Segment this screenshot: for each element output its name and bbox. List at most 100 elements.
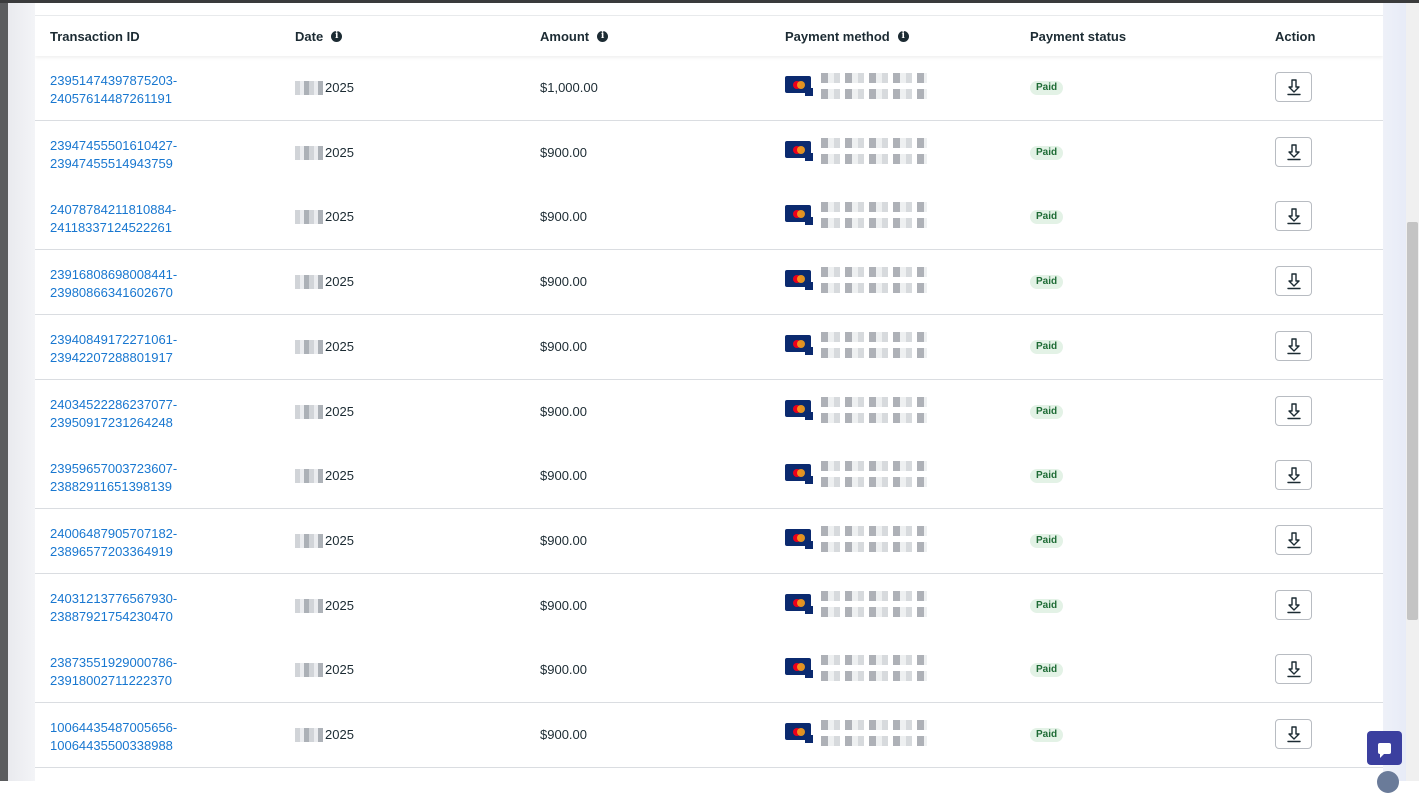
download-button[interactable] <box>1275 331 1312 361</box>
date-cell: 2025 <box>295 209 354 224</box>
amount-cell: $900.00 <box>540 598 587 613</box>
download-button[interactable] <box>1275 460 1312 490</box>
download-button[interactable] <box>1275 396 1312 426</box>
redacted-payment-method <box>821 720 927 750</box>
amount-cell: $900.00 <box>540 662 587 677</box>
download-button[interactable] <box>1275 72 1312 102</box>
date-cell: 2025 <box>295 468 354 483</box>
redacted-payment-method <box>821 73 927 103</box>
amount-cell: $900.00 <box>540 145 587 160</box>
transaction-id-link[interactable]: 10064435487005656- 10064435500338988 <box>50 719 230 755</box>
table-row: 10064435487005656- 10064435500338988 202… <box>35 703 1383 768</box>
mastercard-icon <box>785 594 813 614</box>
table-row: 23916808698008441- 23980866341602670 202… <box>35 250 1383 315</box>
window-left-edge <box>0 3 8 781</box>
redacted-payment-method <box>821 655 927 685</box>
info-icon[interactable]: i <box>897 31 909 42</box>
table-row: 23947455501610427- 23947455514943759 202… <box>35 121 1383 186</box>
table-header: Transaction ID Date i Amount i Payment m… <box>35 16 1383 56</box>
table-row: 24031213776567930- 23887921754230470 202… <box>35 574 1383 639</box>
mastercard-icon <box>785 658 813 678</box>
redacted-payment-method <box>821 526 927 556</box>
status-badge: Paid <box>1030 599 1064 613</box>
redacted-payment-method <box>821 202 927 232</box>
status-badge: Paid <box>1030 81 1064 95</box>
transaction-id-link[interactable]: 23959657003723607- 23882911651398139 <box>50 460 230 496</box>
download-icon <box>1286 597 1301 614</box>
mastercard-icon <box>785 464 813 484</box>
transaction-id-link[interactable]: 24078784211810884- 24118337124522261 <box>50 201 230 237</box>
download-icon <box>1286 532 1301 549</box>
chat-icon <box>1378 742 1391 758</box>
header-transaction-id[interactable]: Transaction ID <box>50 29 140 44</box>
transaction-id-link[interactable]: 23916808698008441- 23980866341602670 <box>50 266 230 302</box>
amount-cell: $900.00 <box>540 404 587 419</box>
table-row: 24034522286237077- 23950917231264248 202… <box>35 380 1383 445</box>
status-badge: Paid <box>1030 275 1064 289</box>
download-button[interactable] <box>1275 719 1312 749</box>
globe-icon[interactable] <box>1377 771 1399 793</box>
status-badge: Paid <box>1030 663 1064 677</box>
download-button[interactable] <box>1275 590 1312 620</box>
status-badge: Paid <box>1030 728 1064 742</box>
amount-cell: $900.00 <box>540 468 587 483</box>
status-badge: Paid <box>1030 534 1064 548</box>
date-cell: 2025 <box>295 727 354 742</box>
status-badge: Paid <box>1030 340 1064 354</box>
right-gutter <box>1383 3 1406 781</box>
header-payment-method[interactable]: Payment method i <box>785 29 909 44</box>
amount-cell: $900.00 <box>540 274 587 289</box>
mastercard-icon <box>785 141 813 161</box>
redacted-date <box>295 339 323 354</box>
info-icon[interactable]: i <box>331 31 343 42</box>
date-cell: 2025 <box>295 80 354 95</box>
redacted-payment-method <box>821 267 927 297</box>
transaction-id-link[interactable]: 24031213776567930- 23887921754230470 <box>50 590 230 626</box>
header-action: Action <box>1275 29 1316 44</box>
amount-cell: $900.00 <box>540 209 587 224</box>
table-row: 23951474397875203- 24057614487261191 202… <box>35 56 1383 121</box>
download-button[interactable] <box>1275 201 1312 231</box>
mastercard-icon <box>785 76 813 96</box>
redacted-date <box>295 662 323 677</box>
download-icon <box>1286 273 1301 290</box>
redacted-date <box>295 274 323 289</box>
download-icon <box>1286 467 1301 484</box>
redacted-payment-method <box>821 461 927 491</box>
download-button[interactable] <box>1275 654 1312 684</box>
amount-cell: $900.00 <box>540 727 587 742</box>
mastercard-icon <box>785 723 813 743</box>
redacted-payment-method <box>821 332 927 362</box>
header-payment-status[interactable]: Payment status <box>1030 29 1126 44</box>
amount-cell: $900.00 <box>540 533 587 548</box>
scrollbar-thumb[interactable] <box>1407 222 1418 620</box>
redacted-date <box>295 468 323 483</box>
status-badge: Paid <box>1030 146 1064 160</box>
redacted-payment-method <box>821 397 927 427</box>
transaction-id-link[interactable]: 24006487905707182- 23896577203364919 <box>50 525 230 561</box>
download-button[interactable] <box>1275 137 1312 167</box>
transaction-id-link[interactable]: 23947455501610427- 23947455514943759 <box>50 137 230 173</box>
download-button[interactable] <box>1275 525 1312 555</box>
date-cell: 2025 <box>295 404 354 419</box>
redacted-date <box>295 727 323 742</box>
redacted-payment-method <box>821 138 927 168</box>
header-date[interactable]: Date i <box>295 29 343 44</box>
amount-cell: $900.00 <box>540 339 587 354</box>
date-cell: 2025 <box>295 145 354 160</box>
table-row: 24006487905707182- 23896577203364919 202… <box>35 509 1383 574</box>
chat-button[interactable] <box>1367 731 1402 765</box>
status-badge: Paid <box>1030 405 1064 419</box>
mastercard-icon <box>785 270 813 290</box>
transaction-id-link[interactable]: 24034522286237077- 23950917231264248 <box>50 396 230 432</box>
transaction-id-link[interactable]: 23951474397875203- 24057614487261191 <box>50 72 230 108</box>
download-button[interactable] <box>1275 266 1312 296</box>
transaction-id-link[interactable]: 23873551929000786- 23918002711222370 <box>50 654 230 690</box>
transaction-id-link[interactable]: 23940849172271061- 23942207288801917 <box>50 331 230 367</box>
transactions-panel: Transaction ID Date i Amount i Payment m… <box>35 3 1383 781</box>
table-row: 24078784211810884- 24118337124522261 202… <box>35 185 1383 250</box>
status-badge: Paid <box>1030 469 1064 483</box>
header-amount[interactable]: Amount i <box>540 29 609 44</box>
download-icon <box>1286 661 1301 678</box>
info-icon[interactable]: i <box>597 31 609 42</box>
